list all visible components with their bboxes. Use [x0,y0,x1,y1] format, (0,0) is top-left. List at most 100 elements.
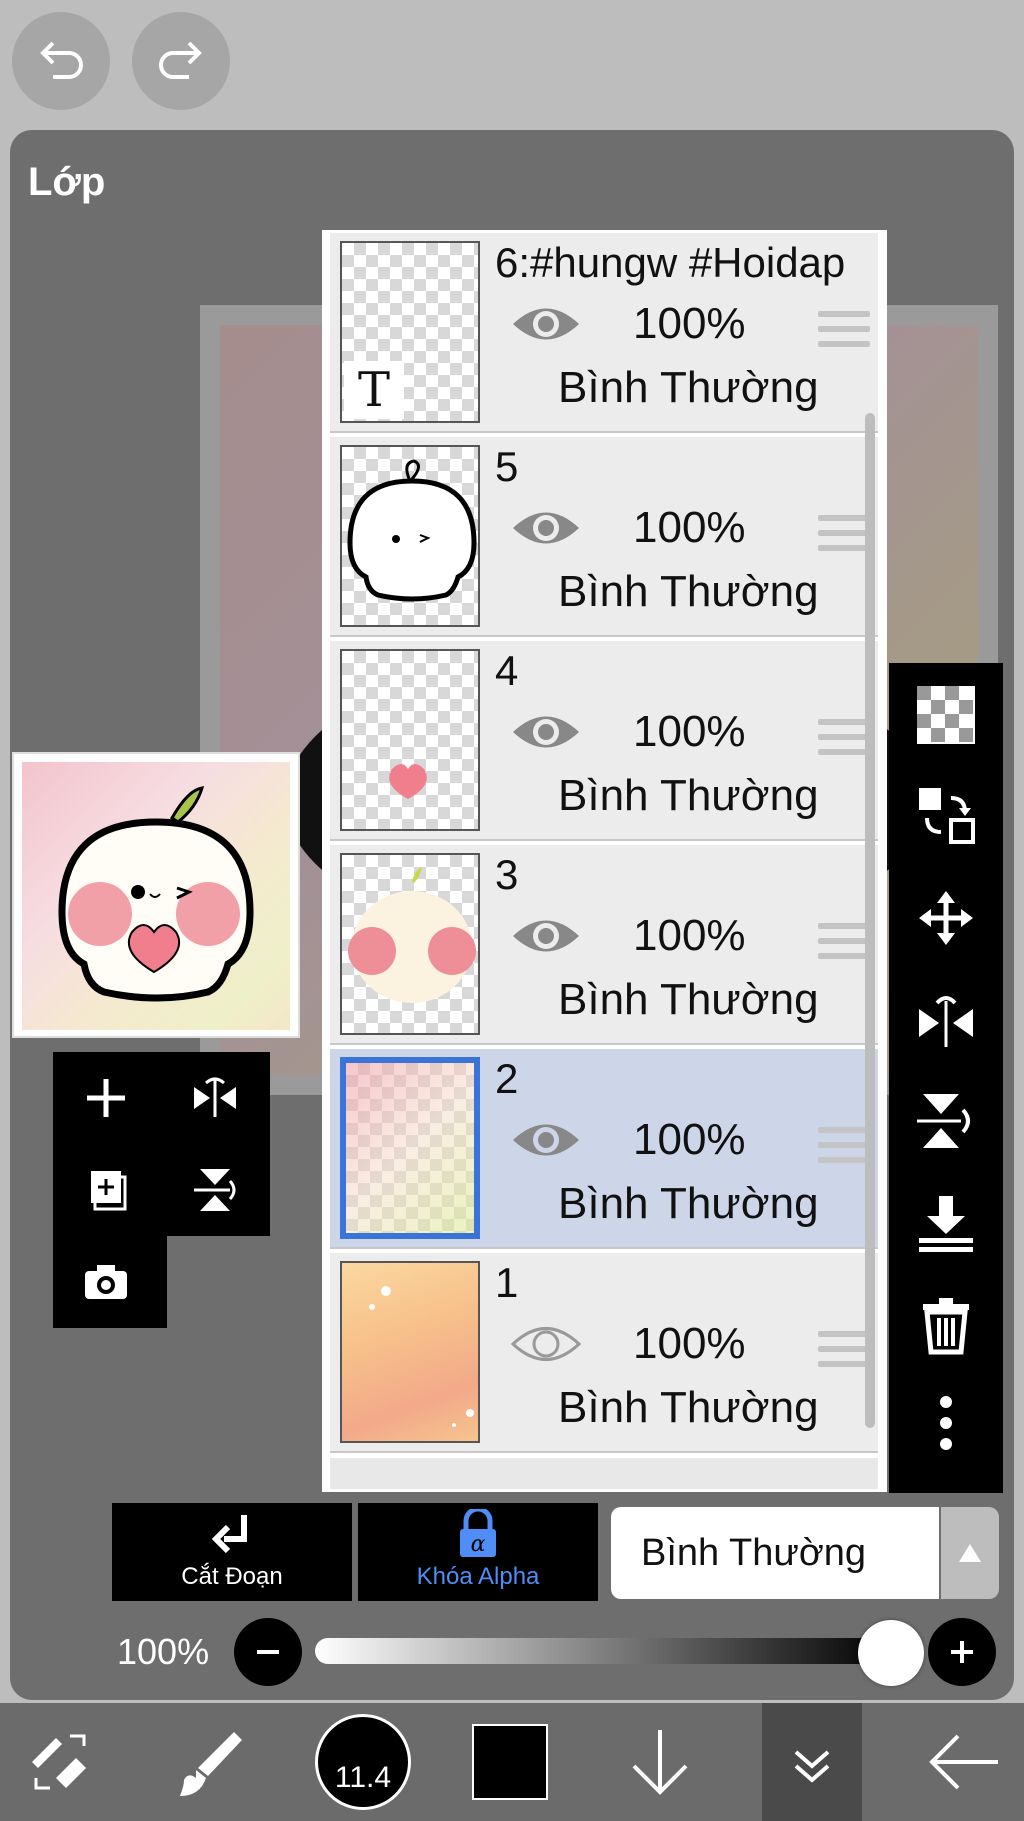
drag-handle-icon[interactable] [818,719,870,763]
drag-handle-icon[interactable] [818,515,870,559]
transparency-button[interactable] [906,675,986,755]
text-layer-icon: T [344,361,404,419]
layer-thumbnail [340,649,480,831]
layer-row-selected[interactable]: 2 100% Bình Thường [330,1049,878,1249]
merge-down-icon [919,1196,973,1252]
eye-icon[interactable] [510,299,582,349]
brush-eraser-swap-icon [32,1734,86,1790]
eye-icon[interactable] [510,911,582,961]
layer-blend-mode: Bình Thường [558,975,819,1024]
blend-mode-dropdown-button[interactable] [941,1507,999,1599]
back-button[interactable] [904,1703,1024,1821]
clip-button[interactable]: Cắt Đoạn [112,1503,352,1601]
more-vertical-icon [940,1396,952,1450]
checkerboard-icon [917,686,975,744]
triangle-up-icon [959,1544,981,1562]
layer-thumbnail: T [340,241,480,423]
right-tool-column [889,663,1003,1493]
plus-icon [951,1641,973,1663]
layer-opacity: 100% [633,911,746,960]
layer-row[interactable]: 4 100% Bình Thường [330,641,878,841]
layer-thumbnail [340,853,480,1035]
layer-blend-mode: Bình Thường [558,363,819,412]
layer-name: 6:#hungw #Hoidap [495,239,846,286]
undo-button[interactable] [12,12,110,110]
layer-name: 2 [495,1055,519,1102]
eye-icon[interactable] [510,1115,582,1165]
camera-icon [85,1265,127,1299]
flip-vertical-icon [917,1094,970,1148]
layer-scrollbar[interactable] [865,413,875,1428]
drag-handle-icon[interactable] [818,1331,870,1375]
delete-layer-button[interactable] [906,1285,986,1365]
panel-title: Lớp [28,160,106,204]
drag-handle-icon[interactable] [818,1127,870,1171]
preview-artwork [58,786,254,1002]
canvas-preview[interactable] [12,752,300,1038]
flip-vertical-button[interactable] [170,1145,260,1235]
opacity-slider[interactable] [315,1638,890,1664]
layer-row[interactable]: T 6:#hungw #Hoidap 100% Bình Thường [330,233,878,433]
brush-icon [180,1732,242,1796]
clip-label: Cắt Đoạn [181,1563,283,1590]
layer-row[interactable]: 5 100% Bình Thường [330,437,878,637]
layer-name: 3 [495,851,519,898]
swap-layer-button[interactable] [906,775,986,855]
layer-row[interactable]: 1 100% Bình Thường [330,1253,878,1453]
heart-thumbnail [389,764,427,799]
layer-blend-mode: Bình Thường [558,1383,819,1432]
duplicate-layer-button[interactable] [61,1145,151,1235]
alpha-lock-button[interactable]: α Khóa Alpha [358,1503,598,1601]
move-button[interactable] [906,878,986,958]
color-thumbnail [348,867,476,1003]
alpha-lock-label: Khóa Alpha [416,1563,540,1590]
brush-size-value: 11.4 [334,1761,392,1794]
drag-handle-icon[interactable] [818,311,870,355]
flip-vertical-button[interactable] [906,1081,986,1161]
lock-icon: α [460,1509,496,1557]
arrow-down-icon [632,1730,688,1795]
layer-name: 4 [495,647,519,694]
layer-list[interactable]: T 6:#hungw #Hoidap 100% Bình Thường 5 10… [322,230,887,1492]
opacity-slider-handle[interactable] [858,1620,924,1686]
camera-button[interactable] [61,1237,151,1327]
trash-icon [923,1298,969,1355]
chevron-double-down-icon [794,1750,830,1783]
drag-handle-icon[interactable] [818,923,870,967]
more-options-button[interactable] [906,1383,986,1463]
eye-icon[interactable] [510,707,582,757]
flip-vertical-icon [194,1169,236,1211]
layer-blend-mode: Bình Thường [558,567,819,616]
bottom-toolbar: 11.4 [0,1703,1024,1821]
collapse-menu-button[interactable] [762,1703,862,1821]
eye-hidden-icon[interactable] [510,1319,582,1369]
brush-button[interactable] [150,1703,270,1821]
redo-icon [159,41,202,79]
blend-mode-select[interactable]: Bình Thường [611,1507,939,1599]
clip-arrow-icon [211,1515,247,1554]
flip-horizontal-button[interactable] [906,980,986,1060]
flip-horizontal-button[interactable] [170,1053,260,1143]
layer-row[interactable]: 3 100% Bình Thường [330,845,878,1045]
redo-button[interactable] [132,12,230,110]
layer-opacity: 100% [633,299,746,348]
scroll-down-button[interactable] [600,1703,720,1821]
duplicate-icon [91,1171,127,1211]
brush-size-button[interactable]: 11.4 [303,1703,423,1821]
undo-icon [40,41,83,79]
layer-name: 5 [495,443,519,490]
opacity-increase-button[interactable] [928,1618,996,1686]
layer-blend-mode: Bình Thường [558,771,819,820]
merge-down-button[interactable] [906,1183,986,1263]
opacity-decrease-button[interactable] [234,1618,302,1686]
color-button[interactable] [450,1703,570,1821]
flip-horizontal-icon [194,1077,236,1117]
svg-text:α: α [471,1532,486,1557]
layer-thumbnail [340,1057,480,1239]
tool-switch-button[interactable] [0,1703,120,1821]
add-layer-button[interactable] [61,1053,151,1143]
layer-opacity: 100% [633,707,746,756]
move-icon [919,891,973,945]
eye-icon[interactable] [510,503,582,553]
line-art-thumbnail [347,459,477,602]
